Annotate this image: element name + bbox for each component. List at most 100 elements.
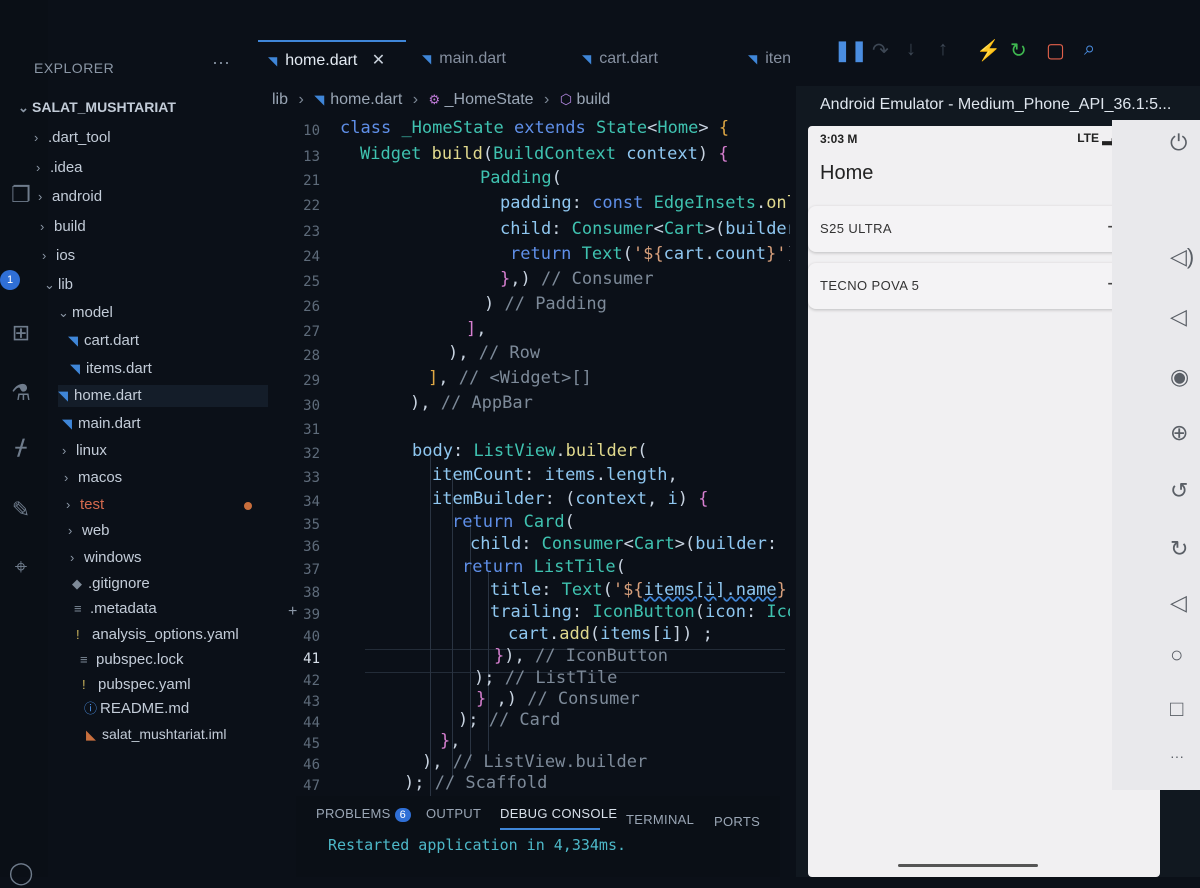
method-icon: ⬡ bbox=[559, 91, 573, 107]
console-output: Restarted application in 4,334ms. bbox=[328, 836, 627, 854]
step-into-icon[interactable]: ↓ bbox=[906, 38, 916, 61]
rotate-right-icon[interactable]: ↻ bbox=[1170, 536, 1188, 562]
tree-folder[interactable]: › build bbox=[40, 216, 86, 238]
tree-file[interactable]: ◥ cart.dart bbox=[68, 330, 139, 352]
tree-label: build bbox=[54, 218, 86, 235]
tree-label: web bbox=[82, 522, 110, 539]
tree-label: macos bbox=[78, 469, 123, 486]
tree-file[interactable]: ≡ pubspec.lock bbox=[80, 649, 184, 671]
tab-debug-console[interactable]: DEBUG CONSOLE bbox=[500, 806, 617, 821]
dart-file-icon: ◥ bbox=[70, 361, 80, 376]
tree-label: pubspec.lock bbox=[96, 651, 184, 668]
restart-icon[interactable]: ↻ bbox=[1010, 38, 1027, 63]
stop-icon[interactable]: ▢ bbox=[1046, 38, 1065, 63]
tab-home-dart[interactable]: ◥ home.dart ✕ bbox=[268, 50, 385, 70]
zoom-icon[interactable]: ⊕ bbox=[1170, 420, 1188, 446]
rotate-left-icon[interactable]: ↺ bbox=[1170, 478, 1188, 504]
line-number: 25 bbox=[303, 274, 320, 290]
tree-folder[interactable]: › ios bbox=[42, 245, 75, 267]
tree-folder[interactable]: › android bbox=[38, 186, 102, 208]
step-over-icon[interactable]: ↷ bbox=[872, 38, 889, 63]
hot-reload-icon[interactable]: ⚡ bbox=[976, 38, 1001, 63]
tree-file[interactable]: ◥ items.dart bbox=[70, 358, 152, 380]
line-number: 26 bbox=[303, 299, 320, 315]
tree-file-selected[interactable]: ◥ home.dart bbox=[58, 385, 268, 407]
breadcrumb-class[interactable]: _HomeState bbox=[445, 91, 534, 108]
tab-items-dart[interactable]: ◥ iten bbox=[748, 50, 791, 68]
chevron-right-icon: › bbox=[34, 130, 39, 145]
tree-file[interactable]: ◣ salat_mushtariat.iml bbox=[86, 723, 227, 745]
breadcrumb-method[interactable]: build bbox=[577, 91, 611, 108]
tree-file[interactable]: ! analysis_options.yaml bbox=[76, 624, 239, 646]
tree-file[interactable]: ≡ .metadata bbox=[74, 598, 157, 620]
tree-folder[interactable]: ⌄ model bbox=[58, 302, 113, 324]
tree-label: salat_mushtariat.iml bbox=[102, 726, 227, 742]
pause-icon[interactable]: ❚❚ bbox=[834, 38, 868, 63]
list-item[interactable]: TECNO POVA 5 + bbox=[808, 263, 1158, 309]
list-item[interactable]: S25 ULTRA + bbox=[808, 206, 1158, 252]
breadcrumb-file[interactable]: home.dart bbox=[330, 91, 402, 108]
tab-label: iten bbox=[765, 50, 792, 67]
tree-folder[interactable]: › .dart_tool bbox=[34, 127, 111, 149]
tab-output[interactable]: OUTPUT bbox=[426, 806, 481, 821]
line-number: 44 bbox=[303, 715, 320, 731]
item-name: TECNO POVA 5 bbox=[820, 278, 920, 293]
network-label: LTE bbox=[1077, 131, 1099, 145]
tree-label: test bbox=[80, 496, 105, 513]
line-number: 29 bbox=[303, 373, 320, 389]
app-bar-title: Home bbox=[820, 162, 874, 184]
tree-folder[interactable]: › windows bbox=[70, 547, 142, 569]
tab-problems[interactable]: PROBLEMS 6 bbox=[316, 806, 412, 822]
camera-icon[interactable]: ◉ bbox=[1170, 364, 1189, 390]
tree-folder[interactable]: ⌄ lib bbox=[44, 274, 73, 296]
tab-label: home.dart bbox=[285, 52, 358, 69]
close-icon[interactable]: ✕ bbox=[372, 52, 385, 69]
line-number: 24 bbox=[303, 249, 320, 265]
tree-folder[interactable]: › test bbox=[66, 494, 104, 516]
tree-file[interactable]: ⓘ README.md bbox=[84, 698, 189, 720]
breadcrumb-root[interactable]: lib bbox=[272, 91, 288, 108]
project-root[interactable]: ⌄ SALAT_MUSHTARIAT bbox=[18, 96, 176, 118]
tree-label: items.dart bbox=[86, 360, 152, 377]
tree-folder[interactable]: › macos bbox=[64, 467, 122, 489]
volume-down-icon[interactable]: ◁ bbox=[1170, 304, 1187, 330]
line-number: 21 bbox=[303, 173, 320, 189]
explorer-more-button[interactable]: ··· bbox=[212, 52, 230, 73]
chevron-down-icon: ⌄ bbox=[44, 277, 55, 292]
power-icon[interactable]: ⏻ bbox=[1170, 130, 1187, 156]
tab-terminal[interactable]: TERMINAL bbox=[626, 812, 694, 827]
tree-folder[interactable]: › linux bbox=[62, 440, 107, 462]
code-line: return Text('${cart.count}') bbox=[510, 244, 790, 264]
tree-folder[interactable]: › .idea bbox=[36, 157, 83, 179]
line-number: 42 bbox=[303, 673, 320, 689]
gesture-nav-handle[interactable] bbox=[898, 864, 1038, 867]
code-line: child: Consumer<Cart>(builder: bbox=[500, 219, 790, 239]
line-number: 46 bbox=[303, 757, 320, 773]
home-icon[interactable]: ○ bbox=[1170, 642, 1183, 668]
volume-up-icon[interactable]: ◁) bbox=[1170, 244, 1194, 270]
back-icon[interactable]: ◁ bbox=[1170, 590, 1187, 616]
inspect-widget-icon[interactable]: ⌕ bbox=[1084, 38, 1095, 61]
tree-file[interactable]: ! pubspec.yaml bbox=[82, 674, 191, 696]
debug-toolbar: ❚❚ ↷ ↓ ↑ ⚡ ↻ ▢ ⌕ bbox=[830, 38, 1120, 68]
line-number: 47 bbox=[303, 778, 320, 794]
more-icon[interactable]: ··· bbox=[1170, 748, 1184, 764]
tree-label: .idea bbox=[50, 159, 83, 176]
tab-cart-dart[interactable]: ◥ cart.dart bbox=[582, 50, 658, 68]
code-line: cart.add(items[i]) ; bbox=[508, 624, 713, 644]
line-number: 31 bbox=[303, 422, 320, 438]
explorer-panel: EXPLORER ··· ⌄ SALAT_MUSHTARIAT › .dart_to… bbox=[0, 0, 268, 877]
phone-screen[interactable]: 3:03 M LTE ▂▄▆ ▭ Home 🛒︎ 7 S25 ULTRA + T… bbox=[808, 126, 1160, 877]
tree-label: README.md bbox=[100, 700, 190, 717]
tree-file[interactable]: ◥ main.dart bbox=[62, 413, 141, 435]
step-out-icon[interactable]: ↑ bbox=[938, 38, 948, 61]
tree-file[interactable]: ◆ .gitignore bbox=[72, 573, 150, 595]
line-number: 38 bbox=[303, 585, 320, 601]
overview-icon[interactable]: □ bbox=[1170, 696, 1183, 722]
code-editor[interactable]: 10 13 21 22 23 24 25 26 27 28 29 30 31 3… bbox=[280, 116, 790, 796]
tree-folder[interactable]: › web bbox=[68, 520, 110, 542]
tab-main-dart[interactable]: ◥ main.dart bbox=[422, 50, 506, 68]
line-number: 27 bbox=[303, 324, 320, 340]
tab-ports[interactable]: PORTS bbox=[714, 814, 760, 829]
code-line: title: Text('${items[i].name}'), bbox=[490, 580, 790, 600]
